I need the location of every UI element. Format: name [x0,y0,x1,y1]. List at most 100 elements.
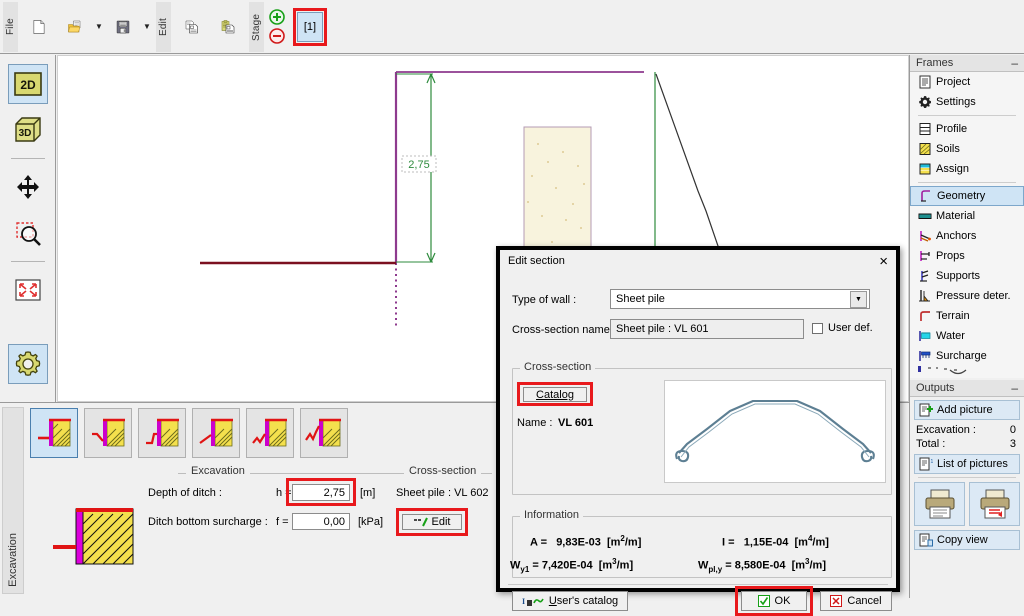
sidebar-item-settings[interactable]: Settings [910,92,1024,112]
excavation-preview [53,508,134,565]
excavation-shape-step-icon [146,418,179,447]
add-stage-icon[interactable] [269,9,285,25]
users-catalog-button[interactable]: I User's catalog [512,591,628,611]
print-button[interactable] [914,482,965,526]
toolbar-divider-1 [10,158,45,159]
depth-of-ditch-input[interactable] [292,484,350,501]
settings-button[interactable] [7,344,48,384]
frames-minimize-button[interactable]: – [1011,57,1018,69]
dialog-body: Type of wall : Sheet pile ▼ Cross-sectio… [500,272,896,616]
open-folder-icon [68,20,81,32]
cross-section-preview [664,380,886,483]
sidebar-item-material[interactable]: Material [910,206,1024,226]
catalog-button[interactable]: Catalog [523,387,587,402]
stage-number-highlight: [1] [293,7,327,46]
sidebar-item-project[interactable]: Project [910,72,1024,92]
zoom-window-button[interactable] [8,213,48,253]
shape-option-1[interactable] [30,408,78,458]
list-of-pictures-icon: 12 [919,457,933,471]
close-icon[interactable]: × [877,254,890,269]
sidebar-item-geometry[interactable]: Geometry [910,186,1024,206]
toolbar-group-edit: Edit [153,0,246,53]
copy-view-icon [919,533,933,547]
geometry-icon [921,190,930,202]
sidebar-item-label: Settings [936,96,976,108]
excavation-tab[interactable]: Excavation [2,407,24,594]
area-value: 9,83E-03 [556,536,601,549]
user-def-checkbox[interactable]: User def. [812,322,873,334]
pressure-icon [919,290,930,302]
shape-option-3[interactable] [138,408,186,458]
paste-button[interactable] [211,7,245,47]
name-label: Name : [517,417,553,429]
shape-option-4[interactable] [192,408,240,458]
outputs-title: Outputs [916,382,955,394]
project-icon [919,75,931,89]
view-3d-button[interactable]: 3D [8,110,48,150]
checkbox-box[interactable] [812,322,823,334]
save-file-dropdown-arrow[interactable]: ▼ [141,7,153,47]
stage-number-button[interactable]: [1] [297,11,323,42]
print-buttons-row [914,482,1020,526]
sidebar-item-soils[interactable]: Soils [910,139,1024,159]
copy-view-label: Copy view [937,534,988,546]
svg-text:12: 12 [931,459,934,465]
dimension-value-label: 2,75 [408,159,429,171]
excavation-tab-label: Excavation [7,533,19,587]
view-2d-button[interactable]: 2D [7,64,48,104]
sidebar-item-anchors[interactable]: Anchors [910,226,1024,246]
outputs-minimize-button[interactable]: – [1011,382,1018,394]
shape-option-6[interactable] [300,408,348,458]
open-file-button[interactable] [58,7,92,47]
props-icon [920,251,930,261]
partial-row-icon [918,366,967,375]
sidebar-item-profile[interactable]: Profile [910,119,1024,139]
edit-section-dialog: Edit section × Type of wall : Sheet pile… [496,246,900,616]
ok-button-label: OK [774,595,791,607]
print-preview-button[interactable] [969,482,1020,526]
gear-icon [919,96,931,108]
application-window: File ▼ ▼ Edit Stage [1] 2D 3D 2,75 Excav… [0,0,1024,616]
zoom-fit-button[interactable] [8,270,48,310]
cross-section-name-field[interactable]: Sheet pile : VL 601 [610,319,804,339]
surcharge-unit-label: [kPa] [358,516,384,528]
total-count-label: Total : [916,438,946,450]
inertia-label: I = [722,536,735,549]
shape-option-5[interactable] [246,408,294,458]
check-icon [757,595,770,607]
sidebar-item-assign[interactable]: Assign [910,159,1024,179]
sidebar-item-props[interactable]: Props [910,246,1024,266]
svg-text:2D: 2D [20,78,36,92]
sidebar-item-surcharge[interactable]: Surcharge [910,346,1024,366]
ok-button[interactable]: OK [741,591,807,611]
sidebar-item-water[interactable]: Water [910,326,1024,346]
cancel-button[interactable]: Cancel [820,591,892,611]
new-file-button[interactable] [22,7,56,47]
copy-view-button[interactable]: Copy view [914,530,1020,550]
sidebar-item-terrain[interactable]: Terrain [910,306,1024,326]
copy-button[interactable] [175,7,209,47]
toolbar-divider-2 [10,261,45,262]
sidebar-item-pressure-deter[interactable]: Pressure deter. [910,286,1024,306]
add-picture-button[interactable]: Add picture [914,400,1020,420]
printer-icon [925,489,954,519]
list-of-pictures-button[interactable]: 12 List of pictures [914,454,1020,474]
area-row: A = 9,83E-03 [m2/m] [530,534,642,549]
save-file-button[interactable] [106,7,140,47]
pan-button[interactable] [8,167,48,207]
users-catalog-label-rest: ser's catalog [556,595,619,607]
excavation-shape-incline-icon [199,418,233,447]
ditch-surcharge-input[interactable] [292,513,350,530]
view-tools-toolbar: 2D 3D [0,55,56,402]
shape-option-2[interactable] [84,408,132,458]
chevron-down-icon[interactable]: ▼ [850,290,867,308]
sidebar-item-supports[interactable]: Supports [910,266,1024,286]
bottom-section-name: Sheet pile : VL 602 [396,487,489,499]
wply-value: 8,580E-04 [734,559,786,572]
open-file-dropdown-arrow[interactable]: ▼ [93,7,105,47]
sidebar-divider-1 [918,115,1016,116]
type-of-wall-label: Type of wall : [512,294,577,306]
type-of-wall-select[interactable]: Sheet pile ▼ [610,289,870,309]
edit-section-button[interactable]: Edit [402,514,462,530]
remove-stage-icon[interactable] [269,28,285,44]
